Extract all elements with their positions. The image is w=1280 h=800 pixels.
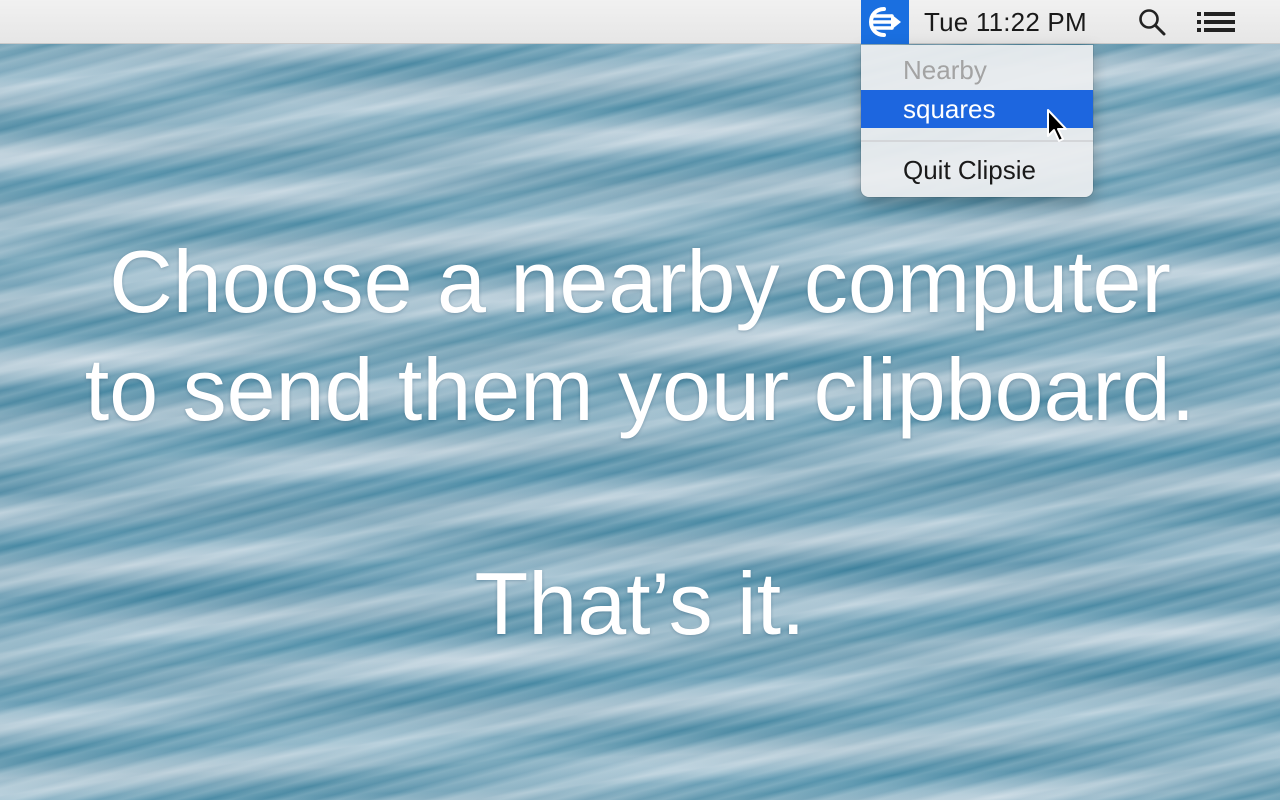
headline-line-2: to send them your clipboard. (84, 340, 1196, 439)
headline-line-1: Choose a nearby computer (109, 232, 1171, 331)
menu-bar: Tue 11:22 PM (0, 0, 1280, 44)
notification-list-icon (1197, 12, 1235, 32)
clipsie-share-arrow-icon (868, 7, 901, 37)
search-icon (1139, 9, 1166, 36)
clipsie-menubar-button[interactable] (861, 0, 909, 44)
menu-section-header: Nearby (903, 55, 987, 85)
headline-line-3: That’s it. (474, 554, 806, 653)
notification-center-button[interactable] (1196, 6, 1236, 38)
spotlight-search-button[interactable] (1136, 6, 1168, 38)
quit-menu-item[interactable]: Quit Clipsie (861, 151, 1093, 189)
menubar-clock[interactable]: Tue 11:22 PM (924, 0, 1087, 44)
mouse-pointer-icon (1047, 109, 1067, 142)
desktop: Choose a nearby computer to send them yo… (0, 0, 1280, 800)
